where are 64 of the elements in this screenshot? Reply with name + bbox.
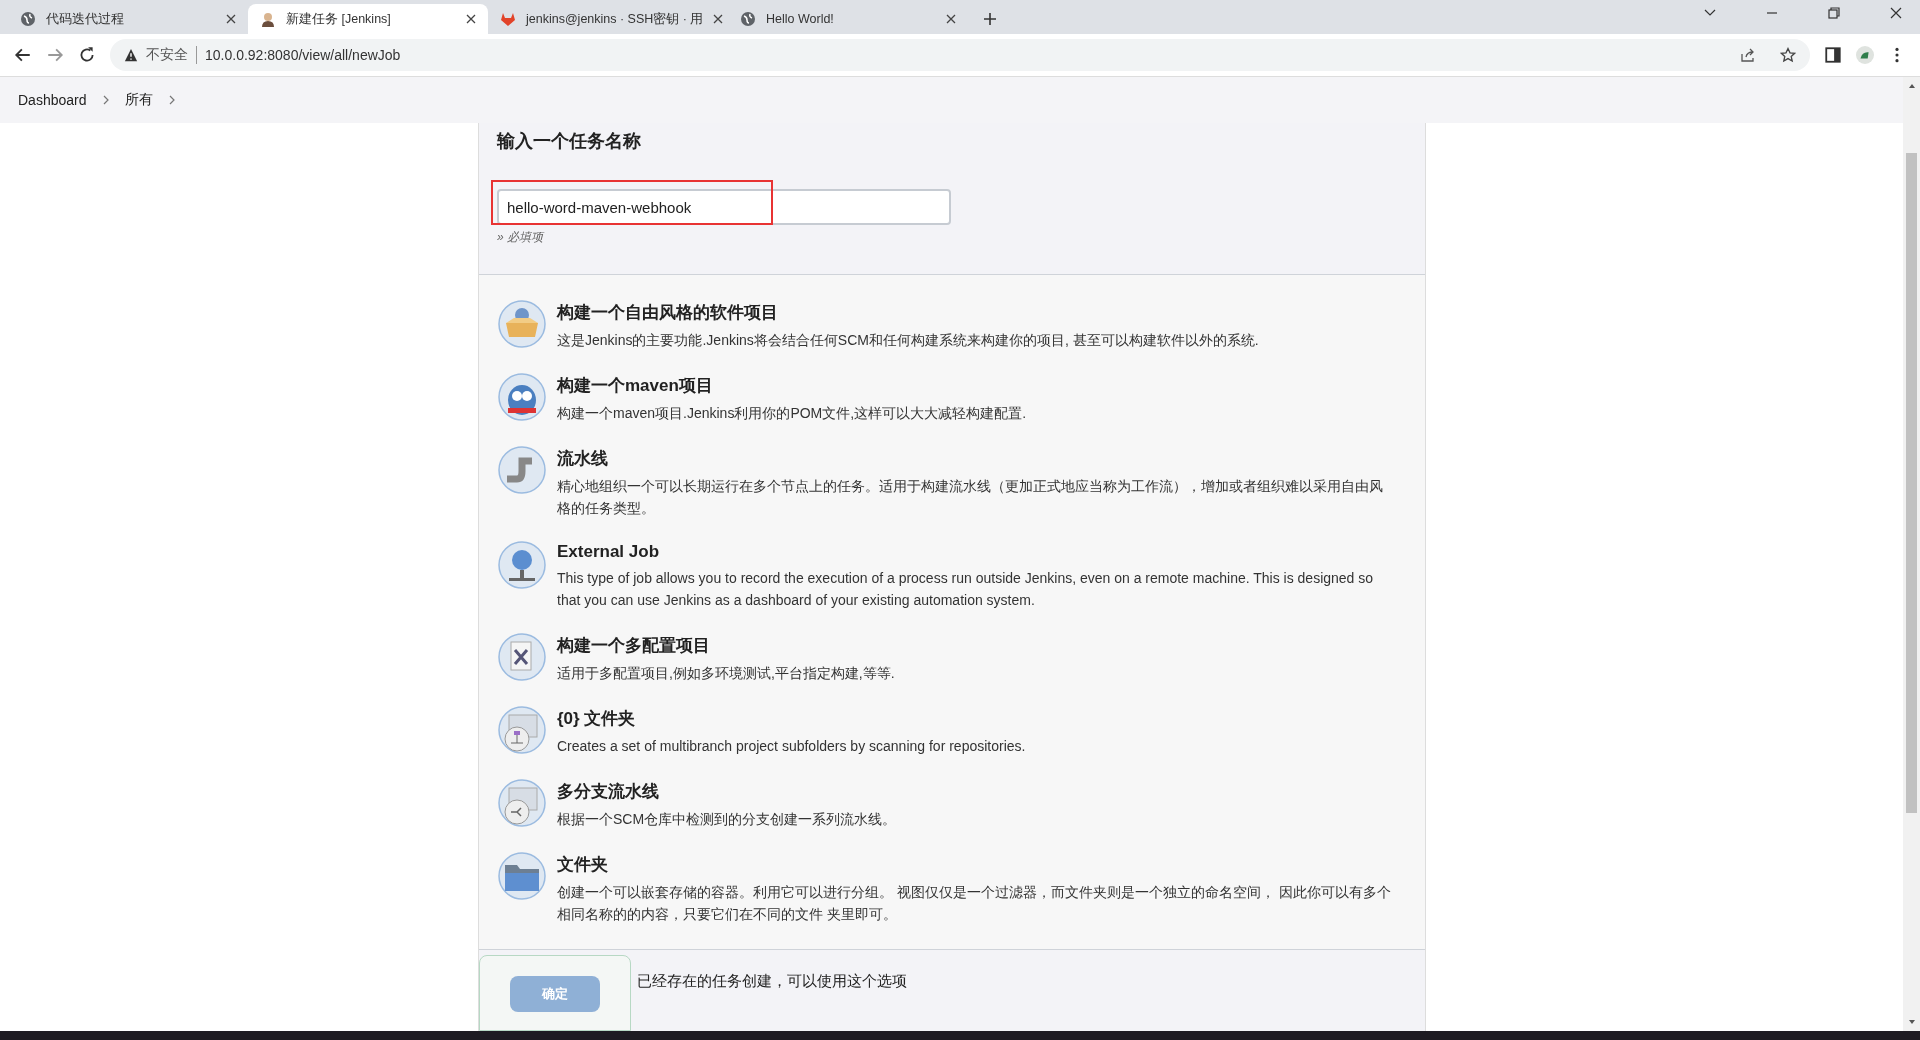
close-icon[interactable] <box>466 14 476 24</box>
job-type-description: 构建一个maven项目.Jenkins利用你的POM文件,这样可以大大减轻构建配置. <box>557 404 1028 423</box>
globe-stand-icon <box>497 540 547 590</box>
job-type-title: External Job <box>557 542 661 562</box>
browser-tab[interactable]: jenkins@jenkins · SSH密钥 · 用 <box>488 4 728 34</box>
job-type-option[interactable]: 构建一个自由风格的软件项目 这是Jenkins的主要功能.Jenkins将会结合任何SCM和任何构建系统来构建你的项目, 甚至可以构建软件以外的系统. <box>497 299 1407 351</box>
restore-icon[interactable] <box>1826 4 1842 21</box>
job-type-option[interactable]: 构建一个多配置项目 适用于多配置项目,例如多环境测试,平台指定构建,等等. <box>497 632 1407 684</box>
close-icon[interactable] <box>713 14 724 24</box>
breadcrumb-link[interactable]: Dashboard <box>18 92 87 108</box>
browser-tab[interactable]: 代码迭代过程 <box>8 4 248 34</box>
job-type-title: 构建一个多配置项目 <box>557 635 711 657</box>
bird-icon <box>497 372 547 422</box>
folder-branch-icon <box>497 778 547 828</box>
side-panel-icon[interactable] <box>1824 46 1842 64</box>
url-text: 10.0.0.92:8080/view/all/newJob <box>205 47 401 63</box>
close-icon[interactable] <box>946 14 956 24</box>
job-type-description: 根据一个SCM仓库中检测到的分支创建一系列流水线。 <box>557 810 898 829</box>
globe-icon <box>740 11 756 27</box>
job-type-option[interactable]: 多分支流水线 根据一个SCM仓库中检测到的分支创建一系列流水线。 <box>497 778 1407 830</box>
job-type-description: 精心地组织一个可以长期运行在多个节点上的任务。适用于构建流水线（更加正式地应当称为工作流），增加或者组织难以采用自由风格的任务类型。 <box>557 477 1384 518</box>
copy-option-text: 已经存在的任务创建，可以使用这个选项 <box>637 972 908 991</box>
globe-icon <box>20 11 36 27</box>
avatar-icon[interactable] <box>1856 46 1874 64</box>
address-bar[interactable]: 不安全 10.0.0.92:8080/view/all/newJob <box>110 39 1810 71</box>
job-type-title: 构建一个自由风格的软件项目 <box>557 302 779 324</box>
fox-icon <box>500 11 516 27</box>
job-type-title: 文件夹 <box>557 854 609 876</box>
person-icon <box>260 11 276 27</box>
folder-network-icon <box>497 705 547 755</box>
browser-tab[interactable]: Hello World! <box>728 4 968 34</box>
section-heading: 输入一个任务名称 <box>497 130 642 153</box>
reload-icon[interactable] <box>78 46 96 64</box>
job-type-description: 适用于多配置项目,例如多环境测试,平台指定构建,等等. <box>557 664 896 683</box>
job-type-option[interactable]: 流水线 精心地组织一个可以长期运行在多个节点上的任务。适用于构建流水线（更加正式地应当称为工作流），增加或者组织难以采用自由风格的任务类型。 <box>497 445 1407 519</box>
job-type-option[interactable]: {0} 文件夹 Creates a set of multibranch project subfolders by scanning for repositories. <box>497 705 1407 757</box>
scrollbar[interactable] <box>1903 77 1920 1031</box>
plus-icon[interactable] <box>982 11 998 27</box>
security-label: 不安全 <box>146 46 197 64</box>
warning-icon <box>124 48 138 62</box>
back-arrow-icon[interactable] <box>14 46 32 64</box>
job-type-description: 这是Jenkins的主要功能.Jenkins将会结合任何SCM和任何构建系统来构建你的项目, 甚至可以构建软件以外的系统. <box>557 331 1260 350</box>
box-icon <box>497 299 547 349</box>
job-type-description: This type of job allows you to record the execution of a process run outside Jenkins, even on a remote machine. This is designed so that you can use Jenkins as a dashboard of your existing automation system. <box>557 569 1375 610</box>
job-type-title: {0} 文件夹 <box>557 708 637 730</box>
job-type-option[interactable]: 构建一个maven项目 构建一个maven项目.Jenkins利用你的POM文件,这样可以大大减轻构建配置. <box>497 372 1407 424</box>
close-icon[interactable] <box>226 14 236 24</box>
forward-arrow-icon[interactable] <box>46 46 64 64</box>
job-type-title: 流水线 <box>557 448 609 470</box>
name-input-field[interactable]: hello-word-maven-webhook <box>497 189 951 225</box>
scroll-thumb[interactable] <box>1906 153 1917 813</box>
tools-document-icon <box>497 632 547 682</box>
folder-icon <box>497 851 547 901</box>
breadcrumb-link[interactable]: 所有 <box>124 91 153 109</box>
job-type-description: 创建一个可以嵌套存储的容器。利用它可以进行分组。 视图仅仅是一个过滤器，而文件夹则是一个独立的命名空间， 因此你可以有多个相同名称的的内容，只要它们在不同的文件 夹里即可。 <box>557 883 1392 924</box>
job-type-title: 多分支流水线 <box>557 781 660 803</box>
star-icon[interactable] <box>1780 47 1796 63</box>
required-hint: » 必填项 <box>497 229 546 246</box>
pipe-icon <box>497 445 547 495</box>
share-icon[interactable] <box>1740 47 1756 63</box>
job-type-option[interactable]: 文件夹 创建一个可以嵌套存储的容器。利用它可以进行分组。 视图仅仅是一个过滤器，而文件夹则是一个独立的命名空间， 因此你可以有多个相同名称的的内容，只要它们在不同的文件 夹里即可。 <box>497 851 1407 925</box>
job-type-title: 构建一个maven项目 <box>557 375 714 397</box>
browser-tab[interactable]: 新建任务 [Jenkins] <box>248 4 488 34</box>
job-type-description: Creates a set of multibranch project subfolders by scanning for repositories. <box>557 737 1027 756</box>
